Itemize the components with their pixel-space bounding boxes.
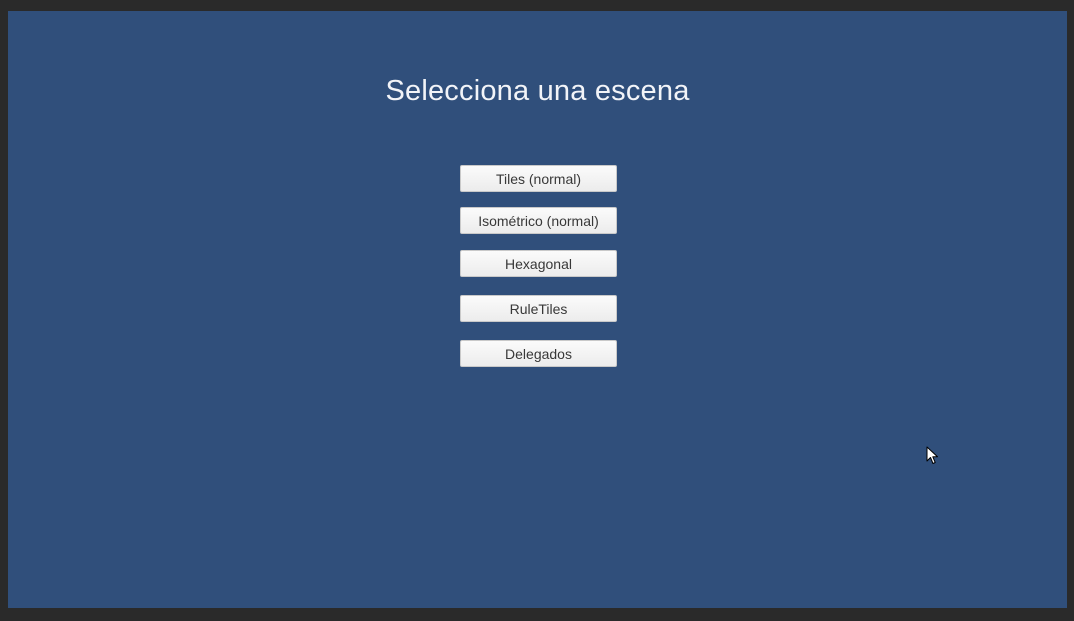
ruletiles-button[interactable]: RuleTiles <box>460 295 617 322</box>
game-viewport: Selecciona una escena Tiles (normal) Iso… <box>8 11 1067 608</box>
delegados-button[interactable]: Delegados <box>460 340 617 367</box>
game-window-frame: Selecciona una escena Tiles (normal) Iso… <box>0 0 1074 621</box>
mouse-pointer-icon <box>926 446 938 464</box>
hexagonal-button[interactable]: Hexagonal <box>460 250 617 277</box>
tiles-normal-button[interactable]: Tiles (normal) <box>460 165 617 192</box>
page-title: Selecciona una escena <box>385 75 690 107</box>
isometrico-normal-button[interactable]: Isométrico (normal) <box>460 207 617 234</box>
